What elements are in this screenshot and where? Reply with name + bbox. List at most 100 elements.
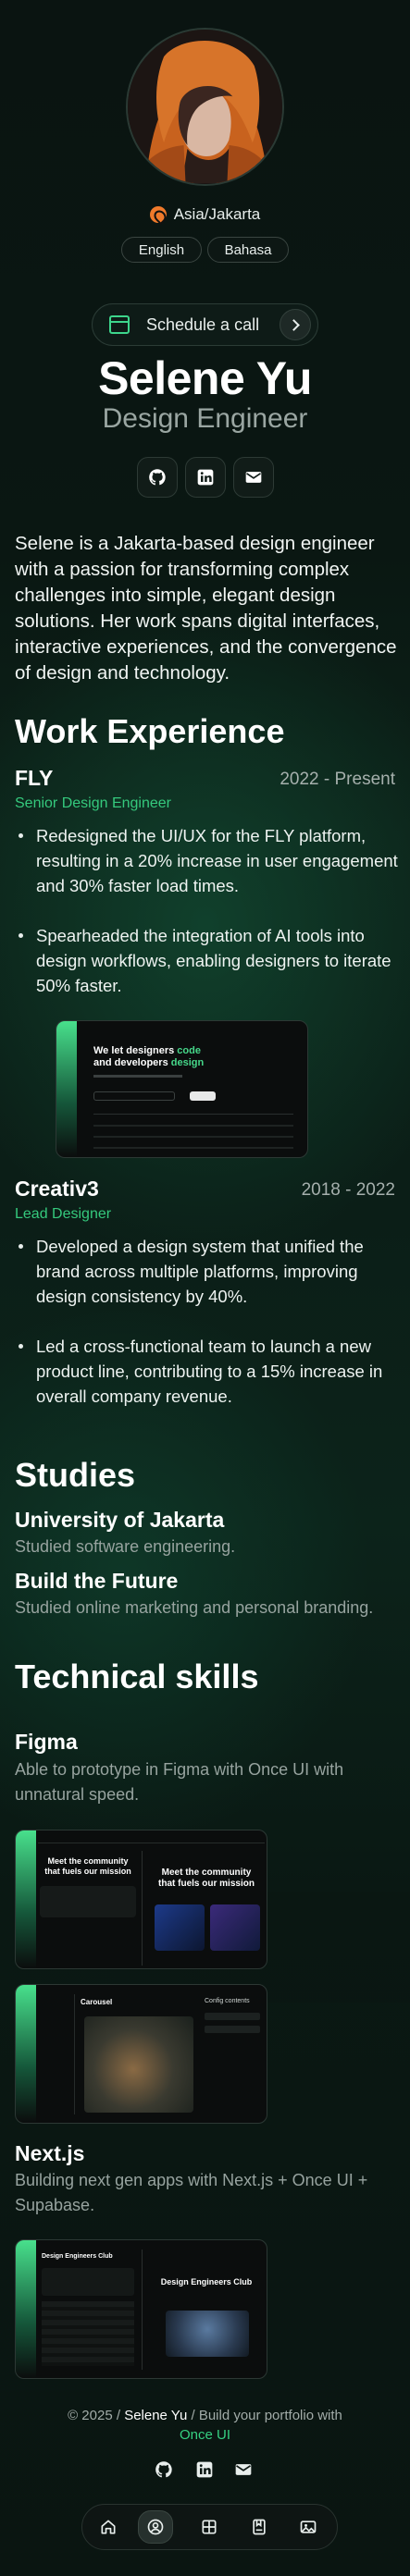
- avatar: [126, 28, 284, 186]
- screenshot-accent: [16, 1830, 36, 1968]
- screenshot-headline: Meet the community that fuels our missio…: [44, 1856, 131, 1876]
- screenshot-divider: [142, 1851, 143, 1966]
- github-icon: [149, 469, 166, 486]
- screenshot-card: [42, 2268, 134, 2296]
- mail-icon[interactable]: [234, 2460, 253, 2479]
- github-button[interactable]: [137, 457, 178, 498]
- job-dates-creativ3: 2018 - 2022: [301, 1180, 395, 1200]
- skill-screenshot-figma-2[interactable]: Carousel Config contents: [15, 1984, 267, 2124]
- screenshot-accent: [56, 1021, 77, 1157]
- study-description: Studied software engineering.: [15, 1537, 236, 1556]
- blog-icon: [253, 2519, 266, 2535]
- about-icon: [147, 2519, 164, 2535]
- screenshot-card: [40, 1886, 136, 1917]
- job-company-creativ3: Creativ3: [15, 1177, 99, 1201]
- language-tag-bahasa: Bahasa: [207, 237, 289, 263]
- footer-credit: © 2025 / Selene Yu / Build your portfoli…: [68, 2408, 342, 2443]
- screenshot-accent: [16, 2240, 36, 2378]
- screenshot-field: [205, 2026, 260, 2033]
- studies-heading: Studies: [15, 1456, 136, 1494]
- work-experience-heading: Work Experience: [15, 712, 285, 750]
- job-role-fly: Senior Design Engineer: [15, 795, 171, 811]
- nav-home[interactable]: [91, 2510, 126, 2544]
- nav-blog[interactable]: [242, 2510, 277, 2544]
- github-icon[interactable]: [155, 2460, 173, 2479]
- linkedin-icon: [197, 469, 214, 486]
- achievement-item: Spearheaded the integration of AI tools …: [13, 923, 398, 998]
- job-role-creativ3: Lead Designer: [15, 1206, 112, 1222]
- location-icon: [149, 206, 167, 223]
- skill-name-figma: Figma: [15, 1730, 78, 1754]
- bullet-icon: [19, 1244, 23, 1249]
- footer-brand-link[interactable]: Once UI: [180, 2427, 230, 2443]
- achievement-text: Developed a design system that unified t…: [36, 1237, 364, 1306]
- screenshot-image: [210, 1904, 260, 1951]
- screenshot-image: [84, 2016, 193, 2113]
- screenshot-button: [190, 1091, 216, 1101]
- screenshot-panel: Config contents: [205, 1998, 250, 2004]
- nav-about[interactable]: [138, 2510, 173, 2544]
- location-label: Asia/Jakarta: [173, 205, 261, 223]
- screenshot-topbar: [38, 1838, 265, 1843]
- screenshot-accent: [16, 1985, 36, 2123]
- screenshot-row: [93, 1136, 293, 1138]
- bullet-icon: [19, 1344, 23, 1349]
- screenshot-sidebar: [38, 1994, 75, 2114]
- bullet-icon: [19, 833, 23, 838]
- bio-text: Selene is a Jakarta-based design enginee…: [15, 533, 397, 684]
- project-screenshot-fly[interactable]: We let designers code and developers des…: [56, 1020, 308, 1158]
- skill-screenshot-figma-1[interactable]: Meet the community that fuels our missio…: [15, 1830, 267, 1969]
- linkedin-button[interactable]: [185, 457, 226, 498]
- job-dates-fly: 2022 - Present: [280, 770, 395, 789]
- achievement-text: Led a cross-functional team to launch a …: [36, 1337, 383, 1406]
- language-tag-english: English: [121, 237, 202, 263]
- screenshot-image: [166, 2311, 249, 2357]
- technical-skills-heading: Technical skills: [15, 1658, 259, 1695]
- skill-screenshot-nextjs[interactable]: Design Engineers Club Design Engineers C…: [15, 2239, 267, 2379]
- study-description: Studied online marketing and personal br…: [15, 1598, 374, 1617]
- skill-name-nextjs: Next.js: [15, 2141, 85, 2165]
- achievement-item: Led a cross-functional team to launch a …: [13, 1334, 398, 1409]
- screenshot-image: [155, 1904, 205, 1951]
- screenshot-divider: [142, 2249, 143, 2370]
- page-title: Selene Yu: [98, 352, 312, 404]
- email-button[interactable]: [233, 457, 274, 498]
- screenshot-input: [93, 1091, 175, 1101]
- nav-work[interactable]: [192, 2510, 227, 2544]
- chevron-right-icon: [280, 309, 311, 340]
- screenshot-line: [93, 1075, 182, 1078]
- screenshot-row: [93, 1125, 293, 1127]
- schedule-call-label: Schedule a call: [146, 314, 260, 334]
- screenshot-table: [93, 1114, 293, 1156]
- screenshot-row: [93, 1147, 293, 1149]
- work-icon: [202, 2520, 217, 2534]
- study-name: University of Jakarta: [15, 1508, 225, 1532]
- job-title: Design Engineer: [102, 403, 308, 434]
- screenshot-title: Design Engineers Club: [42, 2253, 113, 2260]
- location: Asia/Jakarta: [139, 203, 271, 226]
- screenshot-title-right: Design Engineers Club: [160, 2277, 253, 2286]
- screenshot-field: [205, 2013, 260, 2020]
- linkedin-icon[interactable]: [195, 2460, 214, 2479]
- screenshot-list: [42, 2301, 134, 2366]
- schedule-call-button[interactable]: Schedule a call: [92, 303, 318, 346]
- study-name: Build the Future: [15, 1569, 179, 1593]
- job-company-fly: FLY: [15, 766, 54, 790]
- gallery-icon: [300, 2521, 317, 2533]
- nav-gallery[interactable]: [291, 2510, 326, 2544]
- screenshot-title: Carousel: [81, 1998, 113, 2006]
- achievement-item: Redesigned the UI/UX for the FLY platfor…: [13, 823, 398, 898]
- achievement-item: Developed a design system that unified t…: [13, 1234, 398, 1309]
- achievement-text: Redesigned the UI/UX for the FLY platfor…: [36, 826, 398, 895]
- mail-icon: [245, 472, 262, 483]
- calendar-icon: [109, 315, 130, 334]
- screenshot-headline-right: Meet the community that fuels our missio…: [158, 1867, 255, 1889]
- home-icon: [101, 2520, 116, 2534]
- screenshot-headline: We let designers code and developers des…: [93, 1045, 205, 1068]
- achievement-text: Spearheaded the integration of AI tools …: [36, 926, 391, 995]
- skill-description-figma: Able to prototype in Figma with Once UI …: [15, 1760, 344, 1804]
- skill-description-nextjs: Building next gen apps with Next.js + On…: [15, 2171, 368, 2214]
- bullet-icon: [19, 933, 23, 938]
- footer-owner: Selene Yu: [124, 2408, 188, 2423]
- avatar-image: [128, 30, 282, 184]
